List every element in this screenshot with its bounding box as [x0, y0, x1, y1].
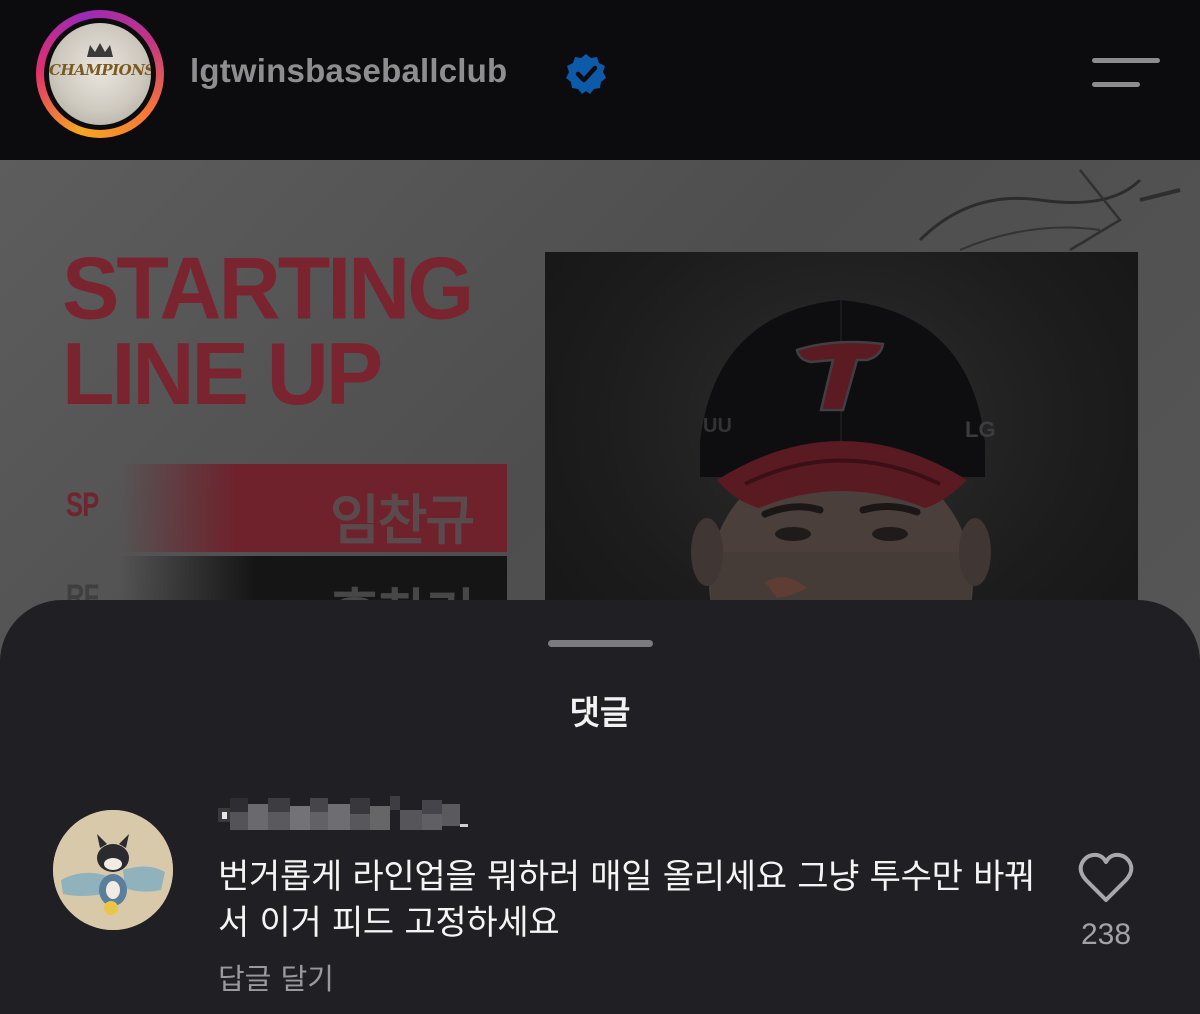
lineup-row: SP 임찬규 — [62, 464, 507, 552]
cap-side-text: LG — [965, 417, 996, 442]
player-illustration: LG UU — [691, 300, 996, 660]
comment-text: 번거롭게 라인업을 뭐하러 매일 올리세요 그냥 투수만 바꿔서 이거 피드 고… — [218, 857, 1036, 943]
player-photo: LG UU — [545, 252, 1138, 660]
headline-line2: LINE UP — [62, 325, 383, 424]
champions-logo: CHAMPIONS — [49, 23, 151, 125]
comments-sheet: 댓글 번거롭게 라인업을 뭐하러 매일 올리세요 그냥 투수만 바꿔서 이거 피… — [0, 600, 1200, 1014]
blurred-username-mosaic — [218, 796, 468, 830]
cartoon-cat-avatar-icon — [53, 810, 173, 930]
hamburger-menu-icon — [1092, 58, 1160, 63]
sheet-title: 댓글 — [569, 693, 631, 732]
commenter-avatar[interactable] — [53, 810, 173, 930]
lineup-position: SP — [66, 486, 99, 524]
menu-button[interactable] — [1090, 52, 1162, 98]
post-image: STARTING LINE UP SP 임찬규 RF 홍창기 — [0, 160, 1200, 660]
verified-badge-icon — [566, 54, 606, 94]
profile-username[interactable]: lgtwinsbaseballclub — [190, 52, 507, 90]
reply-button[interactable]: 답글 달기 — [218, 956, 334, 998]
sheet-drag-handle[interactable] — [548, 640, 653, 647]
lineup-player: 임찬규 — [329, 489, 475, 552]
logo-text: CHAMPIONS — [49, 61, 151, 79]
profile-avatar[interactable]: CHAMPIONS — [36, 10, 164, 138]
svg-text:UU: UU — [703, 415, 732, 437]
like-count: 238 — [1080, 918, 1132, 951]
headline-line1: STARTING — [62, 239, 474, 338]
profile-header: CHAMPIONS lgtwinsbaseballclub — [0, 0, 1200, 160]
menu-line — [1092, 82, 1140, 87]
commenter-username[interactable] — [218, 794, 473, 836]
headline: STARTING LINE UP — [62, 239, 474, 424]
heart-outline-icon[interactable] — [1078, 852, 1134, 904]
crown-icon — [87, 43, 113, 57]
